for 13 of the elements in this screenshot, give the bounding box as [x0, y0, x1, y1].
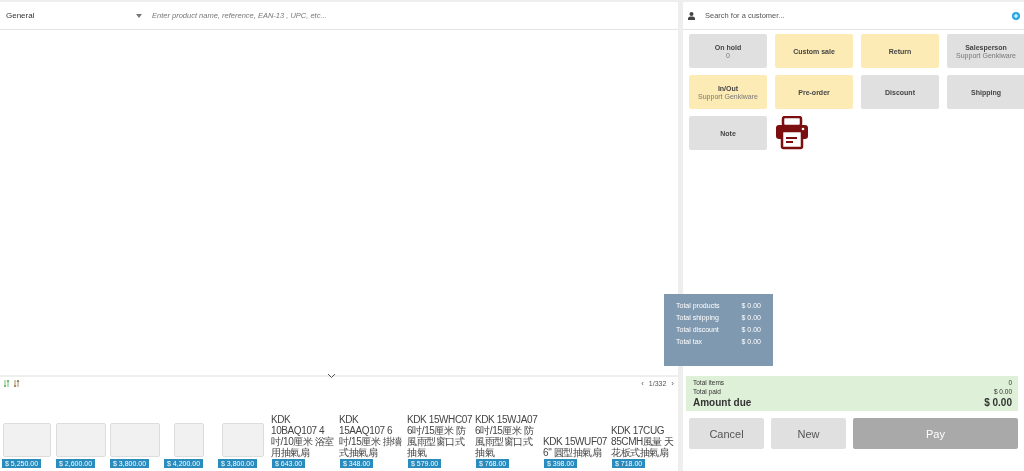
next-page-button[interactable]: ›	[671, 378, 674, 388]
product-name: KDK 15AAQ107 6吋/15厘米 掛墻式抽氣扇	[338, 414, 404, 458]
category-select[interactable]: General	[0, 2, 148, 29]
previous-page-button[interactable]: ‹	[641, 378, 644, 388]
product-name: KDK 17CUG 85CMH風量 天花板式抽氣扇	[610, 425, 676, 458]
product-name: KDK 15WHC07 6吋/15厘米 防風雨型窗口式抽氣	[406, 414, 474, 458]
amount-due-value: $ 0.00	[984, 397, 1012, 408]
action-button[interactable]: Cancel	[689, 418, 764, 449]
product-name: KDK 15WUF07 6" 圓型抽氣扇	[542, 436, 608, 458]
action-button[interactable]: New	[771, 418, 846, 449]
product-name: KDK 15WJA07 6吋/15厘米 防風雨型窗口式抽氣	[474, 414, 539, 458]
amount-due-label: Amount due	[693, 397, 752, 408]
product-name: KDK 10BAQ107 4吋/10厘米 浴室用抽氣扇	[270, 414, 336, 458]
